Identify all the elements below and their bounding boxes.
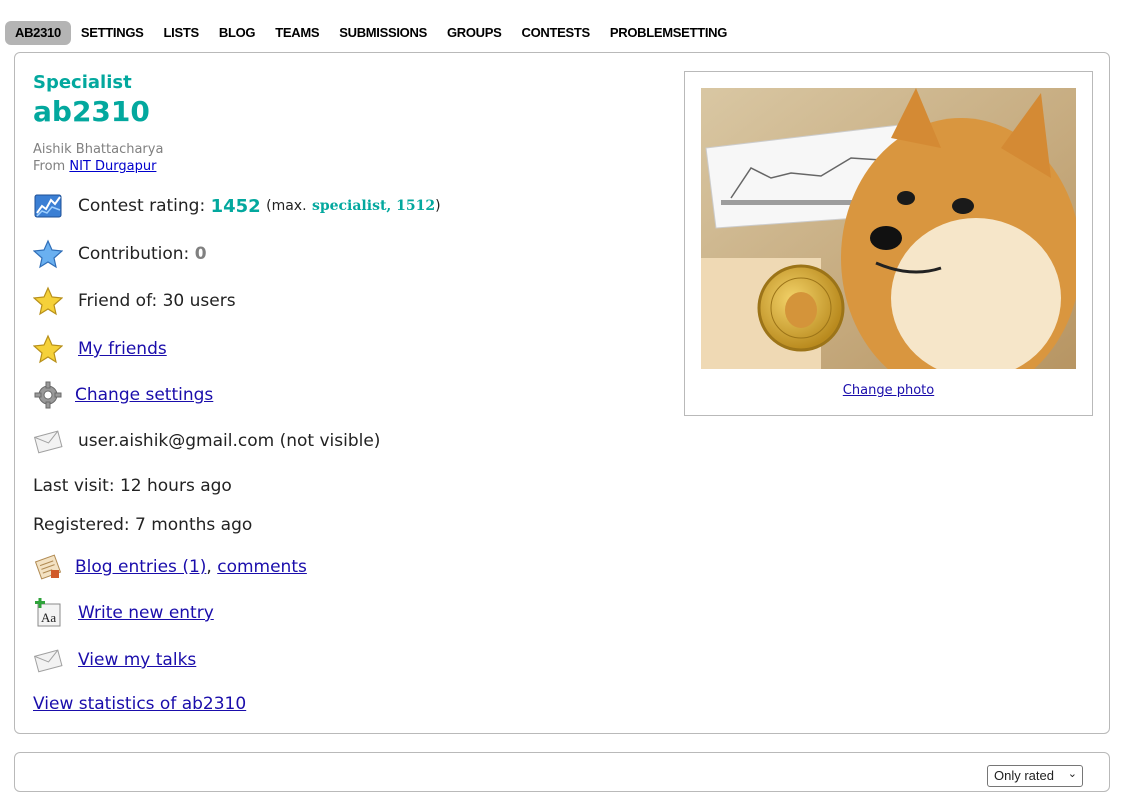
view-talks-link[interactable]: View my talks bbox=[78, 650, 196, 670]
top-nav: AB2310 SETTINGS LISTS BLOG TEAMS SUBMISS… bbox=[5, 21, 737, 45]
tab-groups[interactable]: GROUPS bbox=[437, 21, 512, 45]
blog-row: Blog entries (1) , comments bbox=[33, 552, 307, 582]
change-settings-link[interactable]: Change settings bbox=[75, 385, 213, 405]
tab-teams[interactable]: TEAMS bbox=[265, 21, 329, 45]
envelope-icon bbox=[33, 645, 63, 675]
tab-settings[interactable]: SETTINGS bbox=[71, 21, 154, 45]
my-friends-link[interactable]: My friends bbox=[78, 339, 167, 359]
tab-blog[interactable]: BLOG bbox=[209, 21, 265, 45]
friend-of-row: Friend of: 30 users bbox=[33, 286, 236, 316]
talks-row: View my talks bbox=[33, 645, 196, 675]
user-handle: ab2310 bbox=[33, 95, 150, 128]
contest-rating-value: 1452 bbox=[210, 195, 261, 217]
statistics-row: View statistics of ab2310 bbox=[33, 694, 246, 714]
registered-text: Registered: 7 months ago bbox=[33, 515, 253, 535]
registered-row: Registered: 7 months ago bbox=[33, 515, 252, 535]
avatar-box: Change photo bbox=[684, 71, 1093, 416]
write-entry-row: Aa Write new entry bbox=[33, 598, 214, 628]
rating-panel: Only rated ⌄ bbox=[14, 752, 1110, 792]
email-text: user.aishik@gmail.com (not visible) bbox=[78, 431, 381, 451]
user-rank: Specialist bbox=[33, 72, 132, 93]
gold-star-icon bbox=[33, 334, 63, 364]
comments-link[interactable]: comments bbox=[217, 557, 307, 577]
blog-entries-link[interactable]: Blog entries (1) bbox=[75, 557, 206, 577]
new-entry-icon: Aa bbox=[33, 598, 63, 628]
organization-line: From NIT Durgapur bbox=[33, 159, 156, 174]
email-row: user.aishik@gmail.com (not visible) bbox=[33, 426, 380, 456]
change-photo-wrap: Change photo bbox=[685, 383, 1092, 398]
write-new-entry-link[interactable]: Write new entry bbox=[78, 603, 214, 623]
last-visit-text: Last visit: 12 hours ago bbox=[33, 476, 232, 496]
contribution-value: 0 bbox=[194, 244, 207, 264]
max-prefix: (max. bbox=[266, 198, 307, 214]
tab-profile[interactable]: AB2310 bbox=[5, 21, 71, 45]
tab-lists[interactable]: LISTS bbox=[154, 21, 209, 45]
rated-filter-value: Only rated bbox=[994, 768, 1054, 783]
tab-contests[interactable]: CONTESTS bbox=[512, 21, 600, 45]
chart-icon bbox=[33, 191, 63, 221]
rated-filter-select[interactable]: Only rated ⌄ bbox=[987, 765, 1083, 787]
organization-link[interactable]: NIT Durgapur bbox=[69, 159, 156, 174]
avatar-photo bbox=[701, 88, 1076, 369]
contribution-label: Contribution: bbox=[78, 244, 190, 264]
from-label: From bbox=[33, 159, 66, 174]
max-rating: specialist, 1512 bbox=[311, 198, 436, 214]
gold-star-icon bbox=[33, 286, 63, 316]
max-suffix: ) bbox=[435, 198, 441, 214]
my-friends-row: My friends bbox=[33, 334, 167, 364]
tab-problemsetting[interactable]: PROBLEMSETTING bbox=[600, 21, 737, 45]
change-settings-row: Change settings bbox=[33, 380, 213, 410]
contribution-row: Contribution: 0 bbox=[33, 239, 207, 269]
last-visit-row: Last visit: 12 hours ago bbox=[33, 476, 232, 496]
real-name: Aishik Bhattacharya bbox=[33, 142, 164, 157]
change-photo-link[interactable]: Change photo bbox=[843, 383, 934, 398]
friend-of-text: Friend of: 30 users bbox=[78, 291, 236, 311]
gear-icon bbox=[33, 380, 63, 410]
blue-star-icon bbox=[33, 239, 63, 269]
contest-rating-row: Contest rating: 1452 (max. specialist, 1… bbox=[33, 191, 441, 221]
view-statistics-link[interactable]: View statistics of ab2310 bbox=[33, 694, 246, 714]
blog-icon bbox=[33, 552, 63, 582]
tab-submissions[interactable]: SUBMISSIONS bbox=[329, 21, 437, 45]
contest-rating-label: Contest rating: bbox=[78, 196, 206, 216]
envelope-icon bbox=[33, 426, 63, 456]
blog-comma: , bbox=[206, 557, 212, 577]
svg-text:Aa: Aa bbox=[41, 610, 56, 625]
